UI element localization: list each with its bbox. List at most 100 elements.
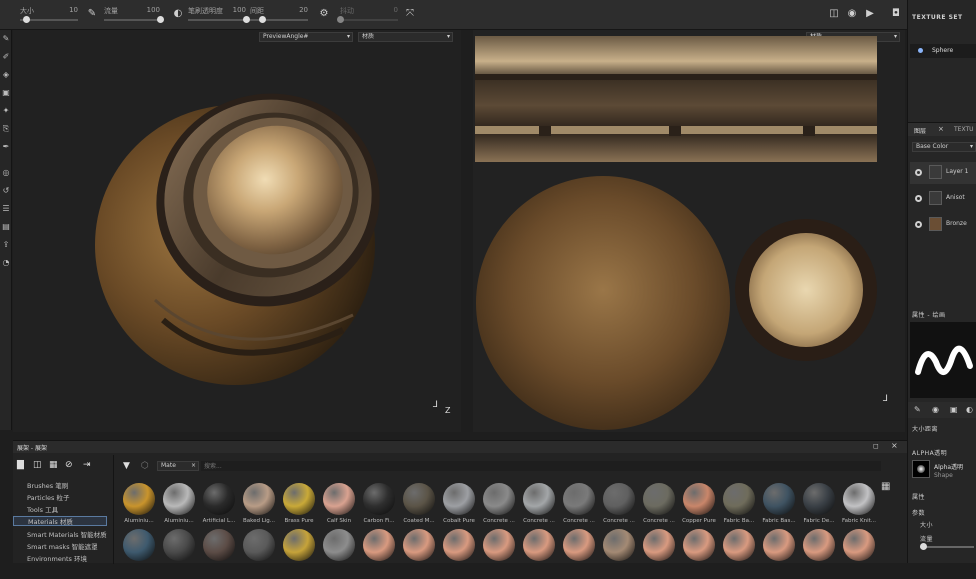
size-slider-knob[interactable]: [22, 16, 30, 23]
material-thumbnail[interactable]: Fabric De...: [799, 483, 839, 533]
shelf-filter-dropdown[interactable]: Mate ×: [157, 461, 199, 471]
close-icon[interactable]: ×: [938, 125, 944, 133]
stencil-props-icon[interactable]: ◐: [966, 405, 973, 414]
eye-icon[interactable]: [915, 169, 922, 176]
hide-icon[interactable]: ⊘: [65, 460, 73, 470]
screenshot-icon[interactable]: ◘: [890, 8, 902, 20]
material-thumbnail[interactable]: [239, 529, 279, 579]
export-shelf-icon[interactable]: ⇥: [83, 460, 91, 470]
shelf-category[interactable]: Environments 环境: [27, 553, 87, 563]
camera-mode-icon[interactable]: ◫: [828, 8, 840, 20]
close-icon[interactable]: ×: [191, 462, 196, 470]
import-icon[interactable]: ▦: [49, 460, 58, 470]
tag-icon[interactable]: ⬡: [141, 461, 149, 471]
params-section-title[interactable]: 参数: [912, 508, 925, 517]
display-settings-icon[interactable]: ◔: [1, 258, 11, 268]
settings-icon[interactable]: ⚙: [318, 8, 330, 20]
material-thumbnail[interactable]: Concrete ...: [479, 483, 519, 533]
close-icon[interactable]: ×: [891, 441, 898, 450]
shelf-category[interactable]: Particles 粒子: [27, 492, 69, 502]
clone-tool-icon[interactable]: ⎘: [1, 124, 11, 134]
material-thumbnail[interactable]: [119, 529, 159, 579]
alpha-thumbnail[interactable]: [912, 460, 930, 478]
maximize-icon[interactable]: ◻: [873, 442, 879, 450]
smudge-tool-icon[interactable]: ✦: [1, 106, 11, 116]
brush-settings-icon[interactable]: ☰: [1, 204, 11, 214]
shelf-category[interactable]: Smart masks 智能遮罩: [27, 541, 98, 551]
color-picker-tool-icon[interactable]: ✒: [1, 142, 11, 152]
spacing-slider-knob[interactable]: [258, 16, 266, 23]
material-thumbnail[interactable]: Concrete ...: [599, 483, 639, 533]
material-thumbnail[interactable]: [679, 529, 719, 579]
material-thumbnail[interactable]: Carbon Fi...: [359, 483, 399, 533]
material-thumbnail[interactable]: [599, 529, 639, 579]
jitter-slider-knob[interactable]: [337, 16, 344, 23]
shelf-category[interactable]: Tools 工具: [27, 504, 58, 514]
grid-view-icon[interactable]: ▦: [881, 481, 890, 492]
material-thumbnail[interactable]: Brass Pure: [279, 483, 319, 533]
layer-row[interactable]: Layer 1: [910, 162, 976, 184]
symmetry-icon[interactable]: ⤧: [404, 8, 416, 20]
viewport-2d[interactable]: 材质▾: [473, 30, 905, 432]
brush-icon[interactable]: ✎: [86, 8, 98, 20]
material-thumbnail[interactable]: Coated M...: [399, 483, 439, 533]
flow-slider[interactable]: 流量 100: [104, 4, 164, 26]
export-icon[interactable]: ⇪: [1, 240, 11, 250]
material-thumbnail[interactable]: [519, 529, 559, 579]
material-thumbnail[interactable]: Copper Pure: [679, 483, 719, 533]
material-thumbnail[interactable]: [639, 529, 679, 579]
material-thumbnail[interactable]: [439, 529, 479, 579]
material-thumbnail[interactable]: Cobalt Pure: [439, 483, 479, 533]
material-thumbnail[interactable]: Concrete ...: [559, 483, 599, 533]
material-thumbnail[interactable]: [399, 529, 439, 579]
props-section-title[interactable]: 属性: [912, 492, 925, 501]
eraser-tool-icon[interactable]: ✐: [1, 52, 11, 62]
shelf-category[interactable]: Brushes 笔刷: [27, 480, 68, 490]
material-thumbnail[interactable]: Fabric Bas...: [759, 483, 799, 533]
material-thumbnail[interactable]: [559, 529, 599, 579]
material-thumbnail[interactable]: Aluminiu...: [119, 483, 159, 533]
folder-icon[interactable]: ▇: [17, 460, 24, 470]
material-thumbnail[interactable]: [319, 529, 359, 579]
opacity-icon[interactable]: ◐: [172, 8, 184, 20]
new-folder-icon[interactable]: ◫: [33, 460, 42, 470]
shelf-category-selected[interactable]: Materials 材质: [13, 516, 107, 526]
video-icon[interactable]: ▶: [864, 8, 876, 20]
eye-icon[interactable]: [915, 195, 922, 202]
layer-row[interactable]: Bronze: [910, 214, 976, 236]
brush-props-icon[interactable]: ✎: [914, 405, 921, 414]
material-props-icon[interactable]: ◉: [932, 405, 939, 414]
material-thumbnail[interactable]: [759, 529, 799, 579]
material-thumbnail[interactable]: Artificial L...: [199, 483, 239, 533]
channels-icon[interactable]: ▤: [1, 222, 11, 232]
tab-layers[interactable]: 图层: [914, 126, 926, 135]
size-slider[interactable]: 大小 10: [20, 4, 78, 26]
alpha-props-icon[interactable]: ▣: [950, 405, 958, 414]
material-thumbnail[interactable]: [279, 529, 319, 579]
layer-row[interactable]: Anisot: [910, 188, 976, 210]
brush-opacity-slider-knob[interactable]: [243, 16, 250, 23]
material-thumbnail[interactable]: [199, 529, 239, 579]
flow-slider-knob[interactable]: [157, 16, 164, 23]
spacing-slider[interactable]: 间距 20: [250, 4, 308, 26]
material-thumbnail[interactable]: Concrete ...: [639, 483, 679, 533]
material-thumbnail[interactable]: Fabric Knit...: [839, 483, 879, 533]
layer-channel-dropdown[interactable]: Base Color ▾: [912, 142, 976, 152]
filter-icon[interactable]: ▼: [123, 461, 130, 471]
projection-tool-icon[interactable]: ◈: [1, 70, 11, 80]
material-thumbnail[interactable]: Fabric Ba...: [719, 483, 759, 533]
material-thumbnail[interactable]: [719, 529, 759, 579]
material-thumbnail[interactable]: [479, 529, 519, 579]
material-thumbnail[interactable]: [799, 529, 839, 579]
history-icon[interactable]: ↺: [1, 186, 11, 196]
texture-set-item[interactable]: Sphere: [910, 44, 976, 58]
paint-tool-icon[interactable]: ✎: [1, 34, 11, 44]
geometry-mask-tool-icon[interactable]: ▣: [1, 88, 11, 98]
shelf-search-input[interactable]: [201, 461, 881, 471]
jitter-slider[interactable]: 抖动 0: [337, 4, 398, 26]
material-thumbnail[interactable]: [359, 529, 399, 579]
param-flow-slider[interactable]: [920, 546, 974, 548]
viewport-3d[interactable]: PreviewAngle# ▾ 材质 ▾ ⅃ Z: [13, 30, 461, 432]
eye-icon[interactable]: [915, 221, 922, 228]
material-thumbnail[interactable]: [839, 529, 879, 579]
